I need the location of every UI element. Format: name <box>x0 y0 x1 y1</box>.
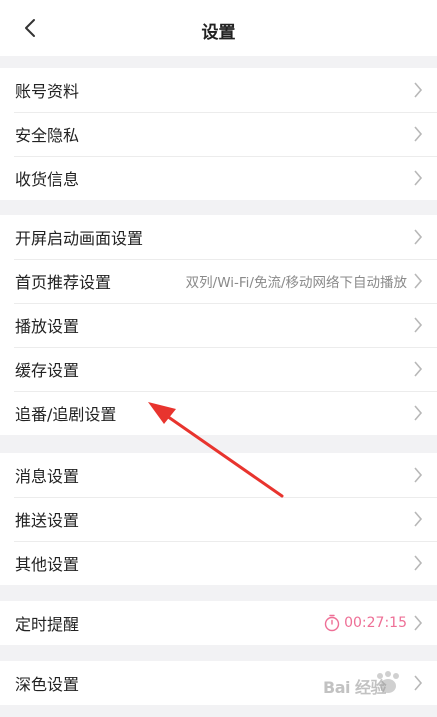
setting-label: 追番/追剧设置 <box>15 405 117 424</box>
setting-row-splash-screen[interactable]: 开屏启动画面设置 <box>0 215 437 259</box>
setting-label: 消息设置 <box>15 467 80 486</box>
chevron-right-icon <box>414 361 423 377</box>
setting-row-security-privacy[interactable]: 安全隐私 <box>0 112 437 156</box>
setting-row-playback[interactable]: 播放设置 <box>0 303 437 347</box>
setting-label: 推送设置 <box>15 511 80 530</box>
setting-label: 开屏启动画面设置 <box>15 229 144 248</box>
timer-value: 00:27:15 <box>344 615 407 631</box>
setting-row-follow-series[interactable]: 追番/追剧设置 <box>0 391 437 435</box>
setting-label: 缓存设置 <box>15 361 80 380</box>
setting-row-shipping-info[interactable]: 收货信息 <box>0 156 437 200</box>
chevron-right-icon <box>414 229 423 245</box>
chevron-right-icon <box>414 273 423 289</box>
setting-row-other[interactable]: 其他设置 <box>0 541 437 585</box>
setting-label: 深色设置 <box>15 675 80 694</box>
chevron-right-icon <box>414 555 423 571</box>
chevron-right-icon <box>414 467 423 483</box>
chevron-right-icon <box>414 405 423 421</box>
settings-group-timer: 定时提醒 00:27:15 <box>0 601 437 645</box>
setting-row-cache[interactable]: 缓存设置 <box>0 347 437 391</box>
page-title: 设置 <box>201 23 236 43</box>
setting-row-messages[interactable]: 消息设置 <box>0 453 437 497</box>
timer-icon <box>324 614 340 632</box>
watermark-text: Bai 经验 <box>323 678 387 697</box>
setting-label: 账号资料 <box>15 82 80 101</box>
setting-label: 安全隐私 <box>15 126 80 145</box>
setting-row-push[interactable]: 推送设置 <box>0 497 437 541</box>
setting-label: 收货信息 <box>15 170 80 189</box>
settings-group-playback: 开屏启动画面设置 首页推荐设置 双列/Wi-Fi/免流/移动网络下自动播放 播放… <box>0 215 437 435</box>
setting-row-home-recommend[interactable]: 首页推荐设置 双列/Wi-Fi/免流/移动网络下自动播放 <box>0 259 437 303</box>
settings-group-notifications: 消息设置 推送设置 其他设置 <box>0 453 437 585</box>
header: 设置 <box>0 0 437 56</box>
settings-group-account: 账号资料 安全隐私 收货信息 <box>0 68 437 200</box>
chevron-right-icon <box>414 126 423 142</box>
chevron-right-icon <box>414 317 423 333</box>
chevron-right-icon <box>414 170 423 186</box>
setting-label: 定时提醒 <box>15 615 80 634</box>
setting-row-timer-reminder[interactable]: 定时提醒 00:27:15 <box>0 601 437 645</box>
setting-row-account-profile[interactable]: 账号资料 <box>0 68 437 112</box>
chevron-right-icon <box>414 615 423 631</box>
chevron-right-icon <box>414 511 423 527</box>
setting-label: 播放设置 <box>15 317 80 336</box>
chevron-right-icon <box>414 82 423 98</box>
setting-value: 双列/Wi-Fi/免流/移动网络下自动播放 <box>185 275 407 291</box>
setting-label: 首页推荐设置 <box>15 273 112 292</box>
setting-label: 其他设置 <box>15 555 80 574</box>
